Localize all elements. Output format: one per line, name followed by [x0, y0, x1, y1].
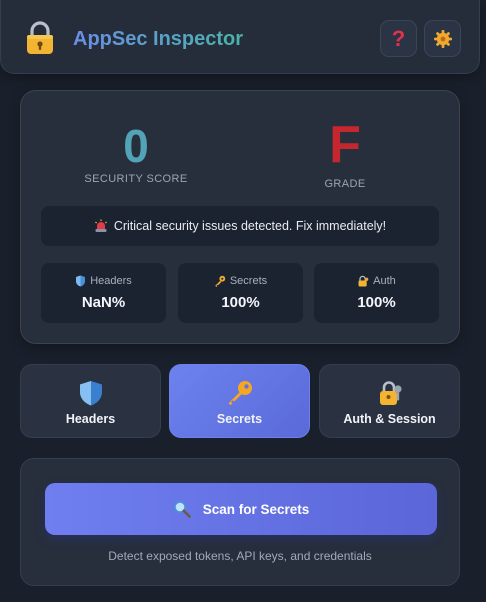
alert-text: Critical security issues detected. Fix i… — [113, 219, 387, 233]
grade-label: GRADE — [324, 178, 366, 190]
lock-key-icon — [358, 275, 369, 287]
app-header: AppSec Inspector ? — [0, 0, 480, 74]
metric-headers-value: NaN% — [81, 294, 126, 311]
metric-auth: Auth 100% — [314, 263, 439, 323]
help-button[interactable]: ? — [380, 20, 417, 57]
scan-secrets-button-label: Scan for Secrets — [202, 501, 310, 517]
metric-auth-label: Auth — [373, 275, 396, 287]
shield-icon — [76, 275, 86, 287]
magnifier-icon — [173, 500, 191, 518]
metric-secrets-value: 100% — [221, 294, 260, 311]
security-score-label: SECURITY SCORE — [84, 173, 188, 185]
metric-secrets-label: Secrets — [229, 275, 268, 287]
scan-hint: Detect exposed tokens, API keys, and cre… — [108, 549, 372, 563]
question-mark-icon: ? — [391, 25, 406, 51]
tab-secrets[interactable]: Secrets — [169, 364, 310, 438]
padlock-icon — [27, 21, 53, 54]
metric-auth-value: 100% — [357, 294, 396, 311]
siren-icon — [94, 219, 107, 232]
app-title: AppSec Inspector — [73, 28, 244, 50]
security-score-value: 0 — [123, 120, 149, 172]
tab-headers-label: Headers — [65, 412, 116, 426]
settings-button[interactable] — [424, 20, 461, 57]
lock-key-icon — [379, 381, 402, 405]
tab-secrets-label: Secrets — [216, 412, 263, 426]
metric-secrets: Secrets 100% — [178, 263, 303, 323]
shield-icon — [79, 381, 102, 406]
key-icon — [228, 381, 252, 406]
grade-value: F — [329, 116, 361, 174]
alert-banner: Critical security issues detected. Fix i… — [41, 206, 439, 246]
tab-auth-session[interactable]: Auth & Session — [319, 364, 460, 438]
gear-icon — [433, 29, 452, 48]
scan-panel: Scan for Secrets Detect exposed tokens, … — [20, 458, 460, 586]
tab-headers[interactable]: Headers — [20, 364, 161, 438]
key-icon — [215, 275, 226, 287]
metric-headers-label: Headers — [90, 275, 132, 287]
score-card: 0 SECURITY SCORE F GRADE Critical securi… — [20, 90, 460, 344]
scan-secrets-button[interactable]: Scan for Secrets — [45, 483, 437, 535]
metric-headers: Headers NaN% — [41, 263, 166, 323]
tab-auth-session-label: Auth & Session — [343, 412, 436, 426]
